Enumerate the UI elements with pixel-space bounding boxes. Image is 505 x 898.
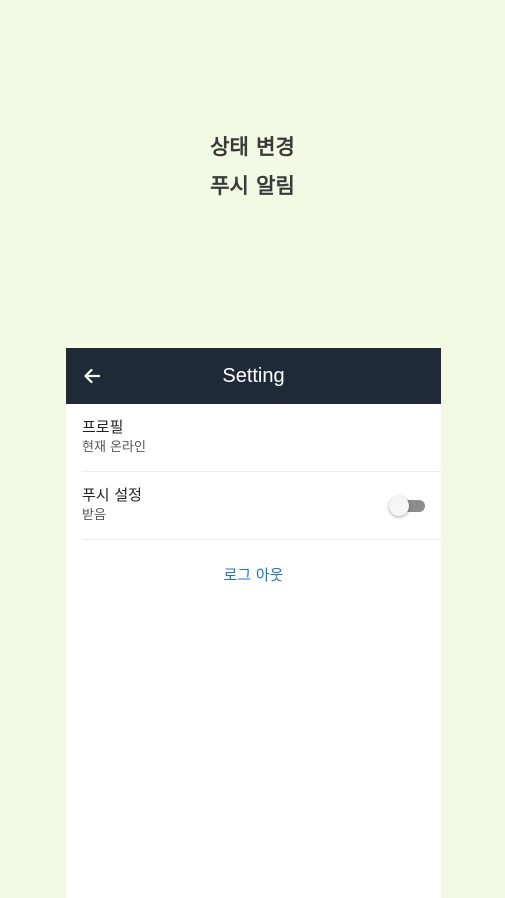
caption-line-2: 푸시 알림 xyxy=(210,174,295,198)
settings-item-push[interactable]: 푸시 설정 받음 xyxy=(82,472,441,540)
toggle-thumb xyxy=(389,496,409,516)
promo-caption: 상태 변경 푸시 알림 xyxy=(0,128,505,206)
app-bar: Setting xyxy=(66,348,441,404)
push-toggle[interactable] xyxy=(389,496,425,516)
settings-item-profile[interactable]: 프로필 현재 온라인 xyxy=(82,404,441,472)
push-status: 받음 xyxy=(82,508,106,523)
logout-button[interactable]: 로그 아웃 xyxy=(66,564,441,585)
settings-list: 프로필 현재 온라인 푸시 설정 받음 xyxy=(66,404,441,540)
profile-status: 현재 온라인 xyxy=(82,440,146,455)
page-title: Setting xyxy=(222,365,285,387)
phone-screen: Setting 프로필 현재 온라인 푸시 설정 받음 로그 아웃 xyxy=(66,348,441,898)
caption-line-1: 상태 변경 xyxy=(210,135,295,159)
push-title: 푸시 설정 xyxy=(82,486,142,504)
profile-title: 프로필 xyxy=(82,418,124,436)
